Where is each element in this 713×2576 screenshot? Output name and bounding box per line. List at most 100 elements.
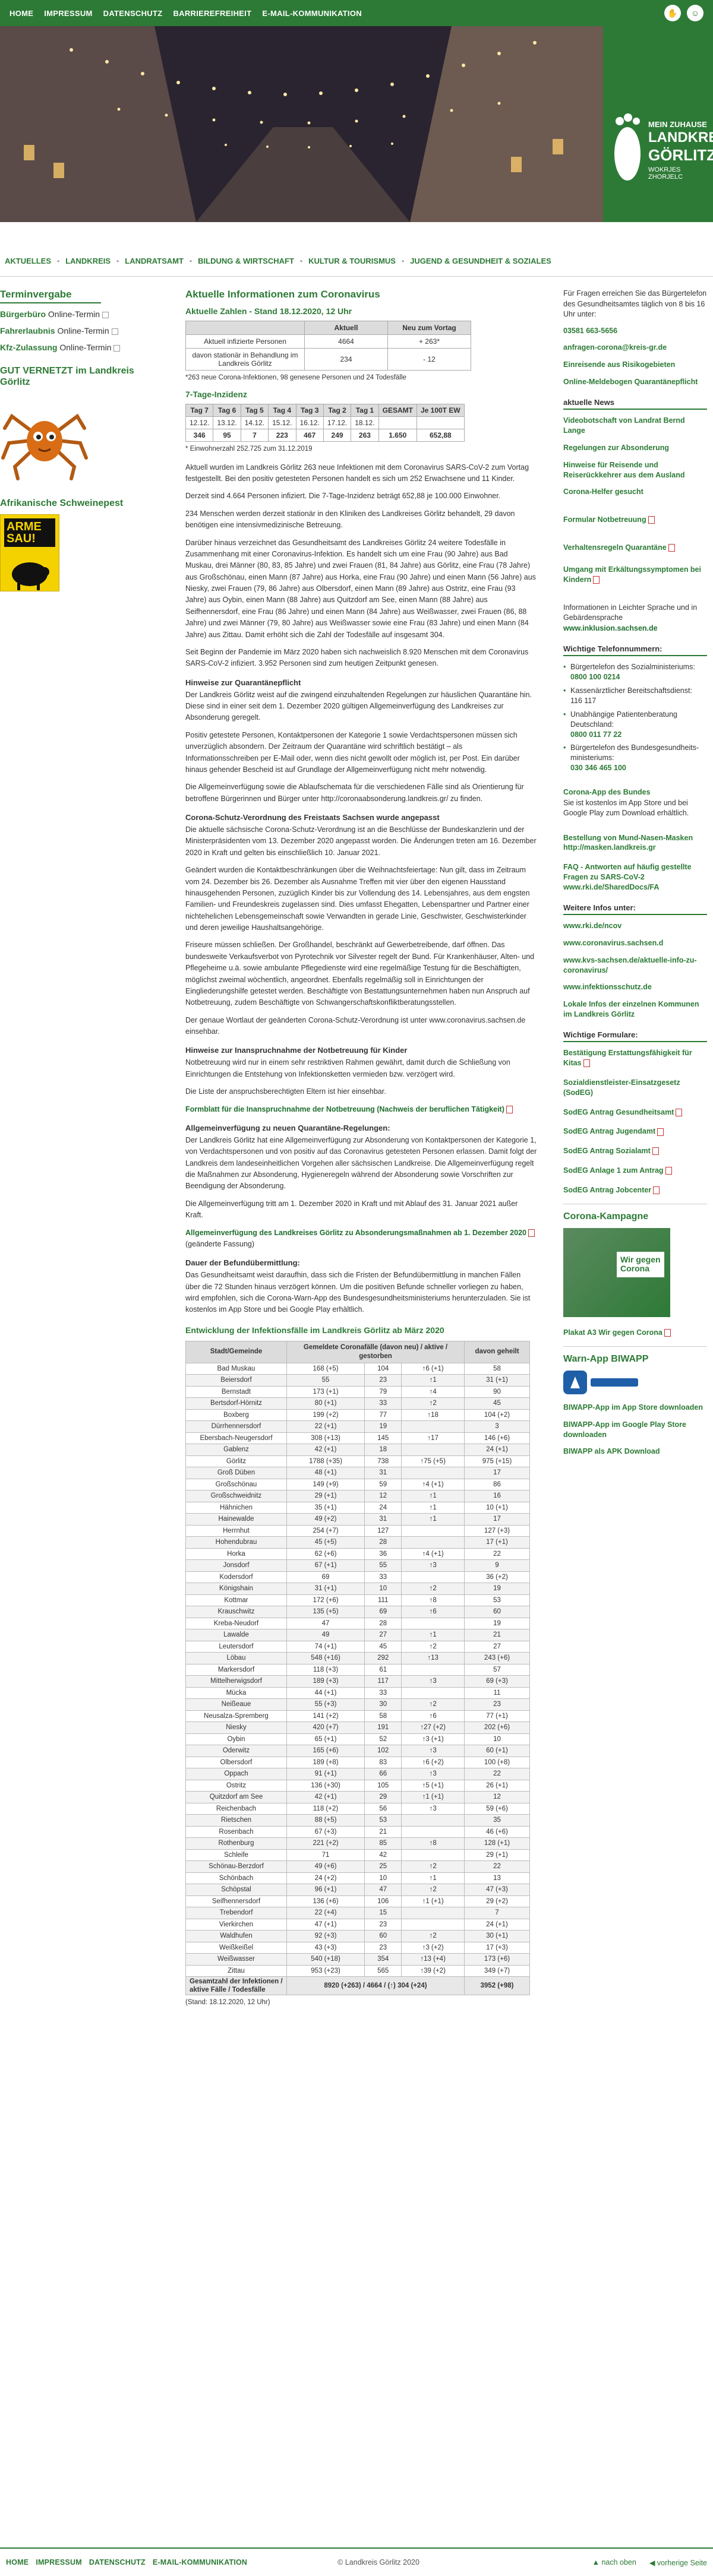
link-erkaeltung[interactable]: Umgang mit Erkältungssymptomen bei Kinde… (563, 565, 707, 585)
form-link[interactable]: Sozialdienstleister-Einsatzgesetz (SodEG… (563, 1078, 707, 1098)
biwapp-link[interactable]: BIWAPP-App im Google Play Store download… (563, 1420, 707, 1440)
table-cell: 191 (364, 1721, 402, 1734)
sign-language-icon[interactable]: ✋ (664, 5, 681, 21)
link-meldebogen[interactable]: Online-Meldebogen Quarantänepflicht (563, 377, 707, 387)
phone-number[interactable]: 030 346 465 100 (570, 764, 626, 772)
table-row: Krauschwitz 135 (+5) 69 ↑6 60 (185, 1606, 530, 1618)
pdf-icon (664, 1329, 671, 1337)
biwapp-link[interactable]: BIWAPP-App im App Store downloaden (563, 1403, 707, 1413)
nav-jugend[interactable]: JUGEND & GESUNDHEIT & SOZIALES (410, 257, 551, 265)
table-cell: ↑3 (401, 1745, 465, 1757)
info-link[interactable]: Lokale Infos der einzelnen Kommunen im L… (563, 999, 707, 1020)
form-link[interactable]: SodEG Antrag Sozialamt (563, 1146, 707, 1156)
termin-buergerbuero[interactable]: Bürgerbüro Online-Termin (0, 309, 154, 319)
link-faq[interactable]: FAQ - Antworten auf häufig gestellte Fra… (563, 862, 707, 893)
table-cell: Horka (185, 1548, 287, 1561)
table-cell: 42 (364, 1849, 402, 1862)
nav-landratsamt[interactable]: LANDRATSAMT (125, 257, 184, 265)
biwapp-link[interactable]: BIWAPP als APK Download (563, 1447, 707, 1457)
phone-number[interactable]: 0800 011 77 22 (570, 730, 621, 739)
inklusion-link[interactable]: www.inklusion.sachsen.de (563, 624, 658, 632)
footer-link-home[interactable]: HOME (6, 2558, 29, 2566)
link-risikogebiete[interactable]: Einreisende aus Risikogebieten (563, 360, 707, 370)
formblatt-link[interactable]: Formblatt für die Inanspruchnahme der No… (185, 1104, 537, 1115)
easy-language-icon[interactable]: ☺ (687, 5, 703, 21)
info-link[interactable]: www.rki.de/ncov (563, 921, 707, 931)
table-cell: 17.12. (323, 416, 352, 429)
table-cell: Oderwitz (185, 1745, 287, 1757)
info-link[interactable]: www.kvs-sachsen.de/aktuelle-info-zu-coro… (563, 955, 707, 976)
top-link-datenschutz[interactable]: DATENSCHUTZ (103, 9, 163, 18)
table-cell: 24 (+2) (286, 1872, 365, 1885)
formblatt-link-text[interactable]: Formblatt für die Inanspruchnahme der No… (185, 1105, 504, 1113)
info-link[interactable]: www.infektionsschutz.de (563, 982, 707, 992)
table-cell: 7 (240, 428, 269, 442)
paragraph: Die Allgemeinverfügung sowie die Ablaufs… (185, 783, 524, 803)
news-item[interactable]: Regelungen zur Absonderung (563, 443, 707, 453)
top-link-email[interactable]: E-MAIL-KOMMUNIKATION (262, 9, 362, 18)
news-item[interactable]: Corona-Helfer gesucht (563, 487, 707, 497)
previous-page-link[interactable]: ◀ vorherige Seite (649, 2558, 707, 2567)
nav-aktuelles[interactable]: AKTUELLES (5, 257, 51, 265)
hotline-mail[interactable]: anfragen-corona@kreis-gr.de (563, 343, 707, 353)
table-cell: 7 (464, 1907, 530, 1919)
link-verhaltensregeln[interactable]: Verhaltensregeln Quarantäne (563, 543, 707, 553)
table-cell: 540 (+18) (286, 1953, 365, 1966)
biwapp-logo[interactable] (563, 1370, 707, 1394)
paragraph: Aktuell wurden im Landkreis Görlitz 263 … (185, 463, 529, 483)
info-link[interactable]: www.coronavirus.sachsen.d (563, 938, 707, 948)
footer-link-datenschutz[interactable]: DATENSCHUTZ (89, 2558, 146, 2566)
schweinepest-title[interactable]: Afrikanische Schweinepest (0, 498, 154, 509)
back-to-top-link[interactable]: ▲ nach oben (592, 2558, 636, 2567)
footer-link-email[interactable]: E-MAIL-KOMMUNIKATION (153, 2558, 247, 2566)
table-row: Königshain 31 (+1) 10 ↑2 19 (185, 1583, 530, 1595)
nav-kultur[interactable]: KULTUR & TOURISMUS (308, 257, 396, 265)
news-item[interactable]: Hinweise für Reisende und Reiserückkehre… (563, 460, 707, 480)
form-link[interactable]: SodEG Antrag Jobcenter (563, 1185, 707, 1195)
table-row: Beiersdorf 55 23 ↑1 31 (+1) (185, 1374, 530, 1387)
form-link[interactable]: SodEG Anlage 1 zum Antrag (563, 1166, 707, 1176)
table-cell: 548 (+16) (286, 1652, 365, 1664)
news-item[interactable]: Videobotschaft von Landrat Bernd Lange (563, 416, 707, 436)
table-cell: Markersdorf (185, 1663, 287, 1676)
link-masken[interactable]: Bestellung von Mund-Nasen-Masken http://… (563, 833, 707, 853)
table-cell: 47 (286, 1617, 365, 1630)
table-cell: 17 (+1) (464, 1536, 530, 1549)
table-cell: 62 (+6) (286, 1548, 365, 1561)
form-link[interactable]: SodEG Antrag Jugendamt (563, 1126, 707, 1137)
table-row: Gablenz 42 (+1) 18 24 (+1) (185, 1444, 530, 1456)
table-cell: Zittau (185, 1964, 287, 1977)
arme-sau-poster[interactable]: ARME SAU! (0, 514, 59, 591)
table-cell: ↑4 (+1) (401, 1478, 465, 1491)
table-cell: 65 (+1) (286, 1733, 365, 1746)
nav-landkreis[interactable]: LANDKREIS (65, 257, 111, 265)
form-link[interactable]: SodEG Antrag Gesundheitsamt (563, 1107, 707, 1118)
gut-vernetzt-title[interactable]: GUT VERNETZT im Landkreis Görlitz (0, 365, 154, 388)
av-link-text[interactable]: Allgemeinverfügung des Landkreises Görli… (185, 1229, 526, 1237)
av-link[interactable]: Allgemeinverfügung des Landkreises Görli… (185, 1227, 537, 1251)
top-link-barrierefreiheit[interactable]: BARRIEREFREIHEIT (173, 9, 251, 18)
top-link-impressum[interactable]: IMPRESSUM (44, 9, 92, 18)
phone-number[interactable]: 116 117 (570, 697, 596, 705)
table-row: Bernstadt 173 (+1) 79 ↑4 90 (185, 1385, 530, 1398)
kampagne-poster[interactable]: Wir gegen Corona (563, 1227, 670, 1317)
termin-kfz[interactable]: Kfz-Zulassung Online-Termin (0, 343, 154, 352)
link-formular-notbetreuung[interactable]: Formular Notbetreuung (563, 515, 707, 525)
arrow-up-icon: ▲ (592, 2558, 602, 2566)
top-link-home[interactable]: HOME (10, 9, 33, 18)
hotline-phone[interactable]: 03581 663-5656 (563, 326, 707, 336)
phone-number[interactable]: 0800 100 0214 (570, 673, 620, 681)
table-cell: Rosenbach (185, 1825, 287, 1838)
plakat-link[interactable]: Plakat A3 Wir gegen Corona (563, 1328, 707, 1338)
landkreis-logo[interactable]: MEIN ZUHAUSE LANDKREIS GÖRLITZ WOKRJES Z… (603, 26, 713, 222)
form-link[interactable]: Bestätigung Erstattungsfähigkeit für Kit… (563, 1048, 707, 1068)
spider-mascot-icon[interactable] (0, 393, 89, 482)
table-cell: 1.650 (378, 428, 417, 442)
table-cell: Gesamtzahl der Infektionen / aktive Fäll… (185, 1976, 287, 1996)
footer-link-impressum[interactable]: IMPRESSUM (36, 2558, 82, 2566)
table-cell: 117 (364, 1675, 402, 1688)
nav-bildung[interactable]: BILDUNG & WIRTSCHAFT (198, 257, 294, 265)
termin-fahrerlaubnis[interactable]: Fahrerlaubnis Online-Termin (0, 326, 154, 336)
corona-app-title[interactable]: Corona-App des Bundes (563, 788, 651, 796)
link-label: SodEG Antrag Gesundheitsamt (563, 1107, 674, 1116)
